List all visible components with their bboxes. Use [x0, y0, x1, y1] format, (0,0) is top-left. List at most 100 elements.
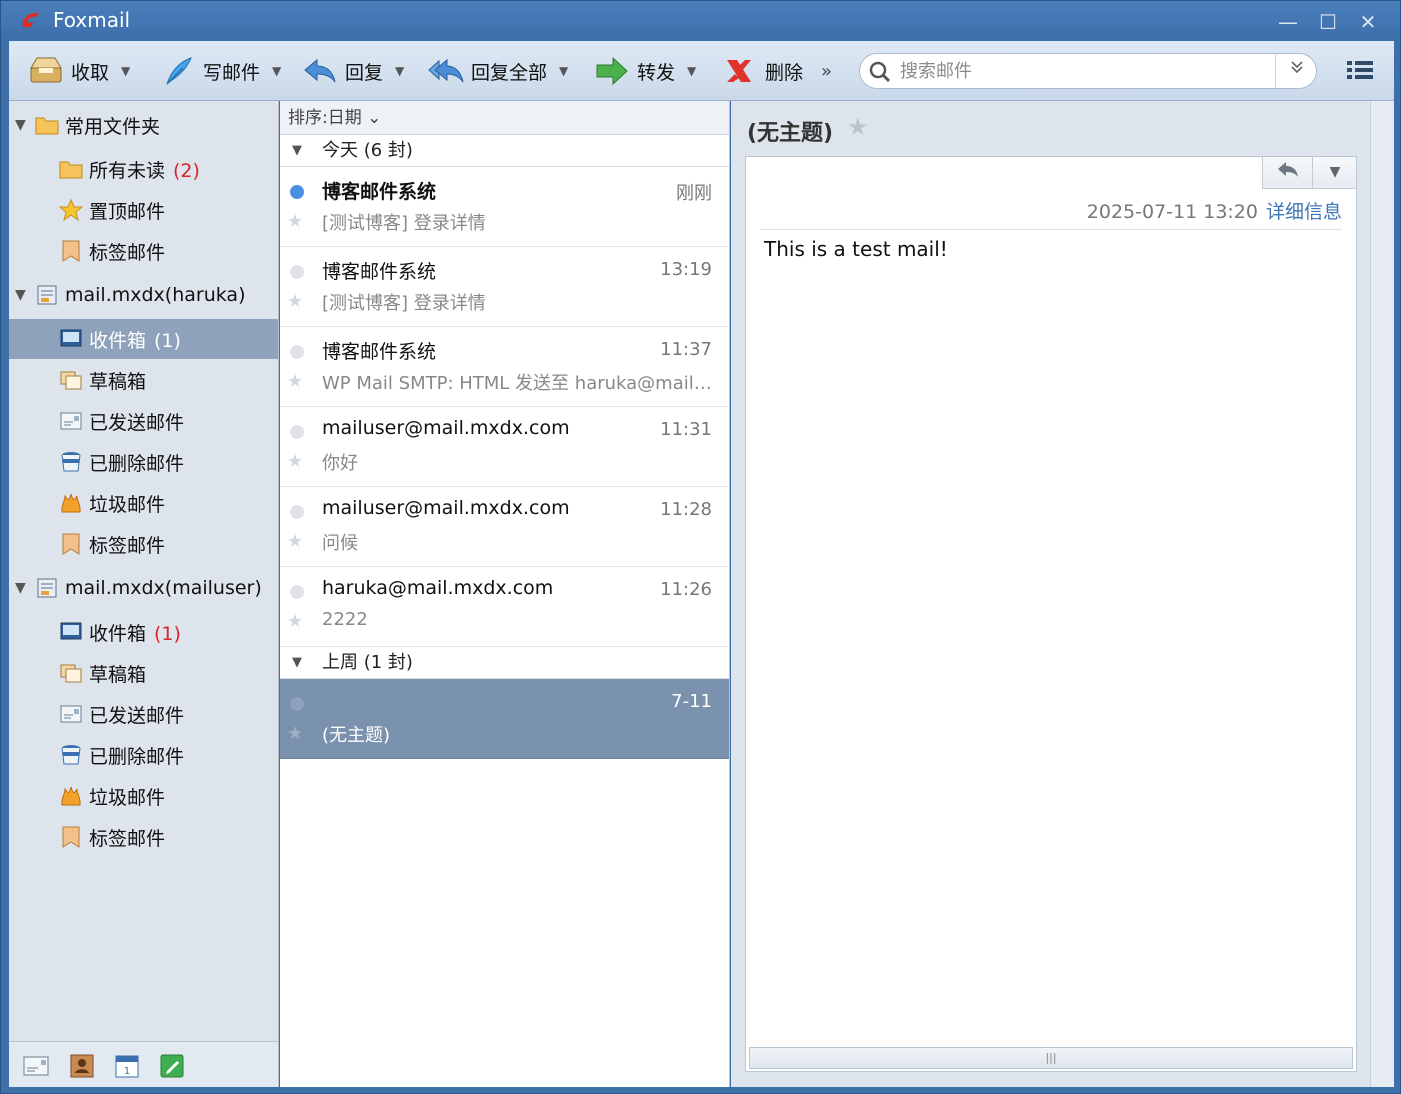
sort-selector[interactable]: 排序:日期 ⌄ — [280, 101, 729, 135]
star-icon[interactable]: ★ — [287, 723, 303, 744]
calendar-icon[interactable]: 1 — [114, 1054, 140, 1078]
folder-pinned[interactable]: 置顶邮件 — [9, 190, 278, 230]
group-header-last-week[interactable]: ▼ 上周 (1 封) — [280, 647, 729, 679]
collapse-arrow-icon[interactable]: ▼ — [292, 135, 302, 167]
folder-inbox[interactable]: 收件箱 (1) — [9, 319, 278, 359]
message-time: 11:28 — [660, 499, 712, 520]
quick-reply-icon[interactable] — [1263, 157, 1313, 188]
folder-tagged[interactable]: 标签邮件 — [9, 817, 278, 857]
maximize-button[interactable]: ☐ — [1313, 9, 1343, 35]
folder-junk[interactable]: 垃圾邮件 — [9, 776, 278, 816]
inbox-icon — [60, 329, 82, 347]
collapse-arrow-icon[interactable]: ▼ — [15, 580, 26, 596]
title-bar[interactable]: Foxmail — ☐ ✕ — [1, 1, 1400, 41]
vertical-scrollbar[interactable] — [1370, 101, 1394, 1087]
reader-more-chevron-icon[interactable]: ▼ — [1313, 157, 1357, 188]
folder-sent[interactable]: 已发送邮件 — [9, 401, 278, 441]
message-body-card: ▼ 2025-07-11 13:20 详细信息 This is a test ma… — [745, 156, 1357, 1072]
close-button[interactable]: ✕ — [1353, 9, 1383, 35]
tag-icon — [62, 240, 80, 262]
delete-button[interactable]: 删除 — [721, 51, 803, 91]
read-dot-icon[interactable] — [290, 585, 304, 599]
reply-all-button[interactable]: 回复全部 ▼ — [427, 51, 568, 91]
unread-dot-icon[interactable] — [290, 185, 304, 199]
folder-tagged[interactable]: 标签邮件 — [9, 231, 278, 271]
collapse-arrow-icon[interactable]: ▼ — [15, 117, 26, 133]
reply-button[interactable]: 回复 ▼ — [301, 51, 404, 91]
folder-all-unread[interactable]: 所有未读 (2) — [9, 149, 278, 189]
read-dot-icon[interactable] — [290, 697, 304, 711]
unread-count: (2) — [173, 159, 200, 182]
folder-deleted[interactable]: 已删除邮件 — [9, 735, 278, 775]
reply-arrow-icon — [304, 58, 336, 83]
toolbar: 收取 ▼ 写邮件 ▼ 回复 ▼ 回复全部 ▼ 转发 ▼ 删除 » 搜索邮件 — [9, 41, 1394, 101]
folder-label: 标签邮件 — [89, 827, 166, 850]
svg-text:1: 1 — [124, 1066, 130, 1077]
account-mailuser[interactable]: ▼ mail.mxdx(mailuser) — [9, 568, 278, 608]
group-header-today[interactable]: ▼ 今天 (6 封) — [280, 135, 729, 167]
reader-meta: 2025-07-11 13:20 详细信息 — [1087, 197, 1342, 224]
star-icon[interactable]: ★ — [287, 531, 303, 552]
inbox-tray-icon — [30, 57, 62, 83]
drafts-icon — [60, 371, 82, 390]
message-row[interactable]: ★ mailuser@mail.mxdx.com 11:31 你好 — [280, 407, 729, 487]
search-options-chevron-icon[interactable] — [1275, 54, 1317, 88]
message-row-selected[interactable]: ★ 7-11 (无主题) — [280, 679, 729, 759]
collapse-arrow-icon[interactable]: ▼ — [292, 647, 302, 679]
star-icon[interactable]: ★ — [287, 371, 303, 392]
folder-tagged[interactable]: 标签邮件 — [9, 524, 278, 564]
star-icon[interactable]: ★ — [287, 611, 303, 632]
favorites-group[interactable]: ▼ 常用文件夹 — [9, 105, 278, 145]
account-haruka[interactable]: ▼ mail.mxdx(haruka) — [9, 275, 278, 315]
unread-count: (1) — [154, 622, 181, 645]
unread-count: (1) — [154, 329, 181, 352]
reply-all-dropdown-icon[interactable]: ▼ — [559, 64, 568, 78]
details-link[interactable]: 详细信息 — [1266, 201, 1342, 223]
message-row[interactable]: ★ 博客邮件系统 刚刚 [测试博客] 登录详情 — [280, 167, 729, 247]
forward-dropdown-icon[interactable]: ▼ — [687, 64, 696, 78]
folder-sent[interactable]: 已发送邮件 — [9, 694, 278, 734]
read-dot-icon[interactable] — [290, 265, 304, 279]
message-row[interactable]: ★ haruka@mail.mxdx.com 11:26 2222 — [280, 567, 729, 647]
folder-icon — [59, 161, 83, 179]
message-time: 11:37 — [660, 339, 712, 360]
compose-button[interactable]: 写邮件 ▼ — [159, 51, 281, 91]
folder-label: 标签邮件 — [89, 241, 166, 264]
message-sender: 博客邮件系统 — [322, 261, 437, 283]
read-dot-icon[interactable] — [290, 345, 304, 359]
star-icon[interactable]: ★ — [287, 291, 303, 312]
contacts-icon[interactable] — [69, 1054, 95, 1078]
receive-button[interactable]: 收取 ▼ — [27, 51, 130, 91]
star-icon[interactable]: ★ — [287, 451, 303, 472]
star-icon[interactable]: ★ — [847, 113, 869, 141]
folder-junk[interactable]: 垃圾邮件 — [9, 483, 278, 523]
folder-deleted[interactable]: 已删除邮件 — [9, 442, 278, 482]
folder-inbox[interactable]: 收件箱 (1) — [9, 612, 278, 652]
horizontal-scrollbar[interactable]: ||| — [749, 1047, 1353, 1069]
message-row[interactable]: ★ mailuser@mail.mxdx.com 11:28 问候 — [280, 487, 729, 567]
notes-icon[interactable] — [159, 1054, 185, 1078]
mail-icon[interactable] — [23, 1054, 49, 1078]
reply-dropdown-icon[interactable]: ▼ — [395, 64, 404, 78]
message-row[interactable]: ★ 博客邮件系统 11:37 WP Mail SMTP: HTML 发送至 ha… — [280, 327, 729, 407]
inbox-icon — [60, 622, 82, 640]
read-dot-icon[interactable] — [290, 505, 304, 519]
compose-label: 写邮件 — [203, 61, 261, 84]
message-time: 11:31 — [660, 419, 712, 440]
forward-button[interactable]: 转发 ▼ — [593, 51, 696, 91]
message-row[interactable]: ★ 博客邮件系统 13:19 [测试博客] 登录详情 — [280, 247, 729, 327]
menu-list-icon[interactable] — [1347, 59, 1373, 81]
more-tools-button[interactable]: » — [821, 51, 832, 91]
collapse-arrow-icon[interactable]: ▼ — [15, 287, 26, 303]
search-input[interactable] — [900, 58, 1260, 84]
search-box[interactable] — [859, 53, 1317, 89]
minimize-button[interactable]: — — [1273, 9, 1303, 35]
feather-pen-icon — [166, 57, 192, 85]
read-dot-icon[interactable] — [290, 425, 304, 439]
folder-drafts[interactable]: 草稿箱 — [9, 653, 278, 693]
account-label: mail.mxdx(mailuser) — [65, 577, 262, 599]
compose-dropdown-icon[interactable]: ▼ — [272, 64, 281, 78]
receive-dropdown-icon[interactable]: ▼ — [121, 64, 130, 78]
folder-drafts[interactable]: 草稿箱 — [9, 360, 278, 400]
star-icon[interactable]: ★ — [287, 211, 303, 232]
